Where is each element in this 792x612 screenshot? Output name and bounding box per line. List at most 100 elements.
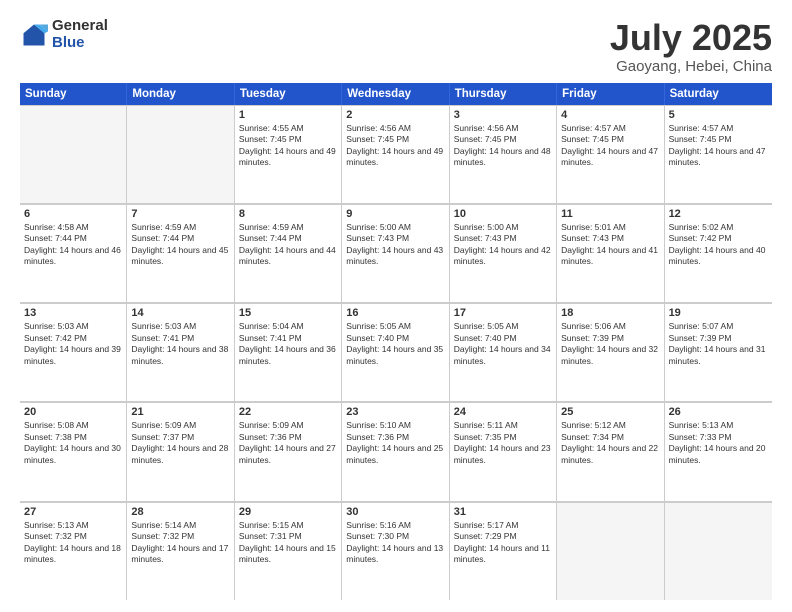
calendar-header-cell: Friday — [557, 83, 664, 105]
cell-info: Sunrise: 5:00 AM Sunset: 7:43 PM Dayligh… — [454, 222, 552, 268]
cell-info: Sunrise: 5:03 AM Sunset: 7:42 PM Dayligh… — [24, 321, 122, 367]
cell-info: Sunrise: 4:56 AM Sunset: 7:45 PM Dayligh… — [454, 123, 552, 169]
calendar-cell — [127, 105, 234, 203]
cell-day-number: 17 — [454, 307, 552, 319]
calendar-cell: 24Sunrise: 5:11 AM Sunset: 7:35 PM Dayli… — [450, 402, 557, 500]
logo: General Blue — [20, 18, 108, 51]
cell-info: Sunrise: 4:55 AM Sunset: 7:45 PM Dayligh… — [239, 123, 337, 169]
calendar-cell: 23Sunrise: 5:10 AM Sunset: 7:36 PM Dayli… — [342, 402, 449, 500]
cell-day-number: 22 — [239, 406, 337, 418]
logo-blue-text: Blue — [52, 35, 108, 52]
calendar-cell — [665, 502, 772, 600]
cell-info: Sunrise: 4:59 AM Sunset: 7:44 PM Dayligh… — [131, 222, 229, 268]
cell-info: Sunrise: 4:59 AM Sunset: 7:44 PM Dayligh… — [239, 222, 337, 268]
cell-day-number: 29 — [239, 506, 337, 518]
subtitle: Gaoyang, Hebei, China — [610, 58, 772, 75]
cell-info: Sunrise: 5:06 AM Sunset: 7:39 PM Dayligh… — [561, 321, 659, 367]
calendar-cell: 11Sunrise: 5:01 AM Sunset: 7:43 PM Dayli… — [557, 204, 664, 302]
page: General Blue July 2025 Gaoyang, Hebei, C… — [0, 0, 792, 612]
cell-info: Sunrise: 4:56 AM Sunset: 7:45 PM Dayligh… — [346, 123, 444, 169]
cell-info: Sunrise: 5:14 AM Sunset: 7:32 PM Dayligh… — [131, 520, 229, 566]
calendar-cell: 30 Sunrise: 5:16 AM Sunset: 7:30 PM Dayli… — [342, 502, 449, 600]
cell-info: Sunrise: 5:08 AM Sunset: 7:38 PM Dayligh… — [24, 420, 122, 466]
calendar-cell: 28 Sunrise: 5:14 AM Sunset: 7:32 PM Dayli… — [127, 502, 234, 600]
calendar-cell: 1 Sunrise: 4:55 AM Sunset: 7:45 PM Daylig… — [235, 105, 342, 203]
calendar-cell: 21 Sunrise: 5:09 AM Sunset: 7:37 PM Dayli… — [127, 402, 234, 500]
calendar-cell: 25 Sunrise: 5:12 AM Sunset: 7:34 PM Dayli… — [557, 402, 664, 500]
cell-info: Sunrise: 5:01 AM Sunset: 7:43 PM Dayligh… — [561, 222, 659, 268]
calendar-body: 1 Sunrise: 4:55 AM Sunset: 7:45 PM Daylig… — [20, 105, 772, 600]
main-title: July 2025 — [610, 18, 772, 58]
cell-info: Sunrise: 5:15 AM Sunset: 7:31 PM Dayligh… — [239, 520, 337, 566]
cell-day-number: 30 — [346, 506, 444, 518]
calendar-cell: 27 Sunrise: 5:13 AM Sunset: 7:32 PM Dayli… — [20, 502, 127, 600]
cell-day-number: 1 — [239, 109, 337, 121]
cell-info: Sunrise: 5:09 AM Sunset: 7:37 PM Dayligh… — [131, 420, 229, 466]
cell-info: Sunrise: 4:57 AM Sunset: 7:45 PM Dayligh… — [561, 123, 659, 169]
calendar-cell: 8Sunrise: 4:59 AM Sunset: 7:44 PM Daylig… — [235, 204, 342, 302]
calendar-cell: 20Sunrise: 5:08 AM Sunset: 7:38 PM Dayli… — [20, 402, 127, 500]
cell-day-number: 3 — [454, 109, 552, 121]
cell-day-number: 21 — [131, 406, 229, 418]
calendar-cell: 15Sunrise: 5:04 AM Sunset: 7:41 PM Dayli… — [235, 303, 342, 401]
cell-day-number: 6 — [24, 208, 122, 220]
cell-day-number: 5 — [669, 109, 768, 121]
calendar-row: 13 Sunrise: 5:03 AM Sunset: 7:42 PM Dayli… — [20, 303, 772, 402]
calendar-row: 1 Sunrise: 4:55 AM Sunset: 7:45 PM Daylig… — [20, 105, 772, 204]
calendar-header-cell: Sunday — [20, 83, 127, 105]
calendar-header-row: SundayMondayTuesdayWednesdayThursdayFrid… — [20, 83, 772, 105]
cell-info: Sunrise: 5:12 AM Sunset: 7:34 PM Dayligh… — [561, 420, 659, 466]
calendar-cell: 12Sunrise: 5:02 AM Sunset: 7:42 PM Dayli… — [665, 204, 772, 302]
cell-info: Sunrise: 5:09 AM Sunset: 7:36 PM Dayligh… — [239, 420, 337, 466]
calendar-cell: 14 Sunrise: 5:03 AM Sunset: 7:41 PM Dayli… — [127, 303, 234, 401]
calendar-cell: 3 Sunrise: 4:56 AM Sunset: 7:45 PM Daylig… — [450, 105, 557, 203]
calendar-cell: 9 Sunrise: 5:00 AM Sunset: 7:43 PM Daylig… — [342, 204, 449, 302]
cell-day-number: 27 — [24, 506, 122, 518]
calendar-header-cell: Monday — [127, 83, 234, 105]
cell-day-number: 28 — [131, 506, 229, 518]
calendar-row: 27 Sunrise: 5:13 AM Sunset: 7:32 PM Dayli… — [20, 502, 772, 600]
cell-info: Sunrise: 5:00 AM Sunset: 7:43 PM Dayligh… — [346, 222, 444, 268]
cell-info: Sunrise: 5:17 AM Sunset: 7:29 PM Dayligh… — [454, 520, 552, 566]
calendar-cell: 6 Sunrise: 4:58 AM Sunset: 7:44 PM Daylig… — [20, 204, 127, 302]
cell-info: Sunrise: 5:13 AM Sunset: 7:32 PM Dayligh… — [24, 520, 122, 566]
logo-text: General Blue — [52, 18, 108, 51]
cell-day-number: 26 — [669, 406, 768, 418]
cell-day-number: 7 — [131, 208, 229, 220]
calendar-cell: 19 Sunrise: 5:07 AM Sunset: 7:39 PM Dayli… — [665, 303, 772, 401]
cell-day-number: 25 — [561, 406, 659, 418]
calendar-header-cell: Tuesday — [235, 83, 342, 105]
calendar-cell: 4 Sunrise: 4:57 AM Sunset: 7:45 PM Daylig… — [557, 105, 664, 203]
cell-info: Sunrise: 4:58 AM Sunset: 7:44 PM Dayligh… — [24, 222, 122, 268]
calendar-cell: 31 Sunrise: 5:17 AM Sunset: 7:29 PM Dayli… — [450, 502, 557, 600]
calendar-row: 20Sunrise: 5:08 AM Sunset: 7:38 PM Dayli… — [20, 402, 772, 501]
cell-day-number: 4 — [561, 109, 659, 121]
calendar: SundayMondayTuesdayWednesdayThursdayFrid… — [20, 83, 772, 600]
calendar-cell: 5Sunrise: 4:57 AM Sunset: 7:45 PM Daylig… — [665, 105, 772, 203]
calendar-cell: 18Sunrise: 5:06 AM Sunset: 7:39 PM Dayli… — [557, 303, 664, 401]
cell-day-number: 31 — [454, 506, 552, 518]
cell-info: Sunrise: 5:11 AM Sunset: 7:35 PM Dayligh… — [454, 420, 552, 466]
cell-info: Sunrise: 5:03 AM Sunset: 7:41 PM Dayligh… — [131, 321, 229, 367]
calendar-header-cell: Thursday — [450, 83, 557, 105]
calendar-cell: 10Sunrise: 5:00 AM Sunset: 7:43 PM Dayli… — [450, 204, 557, 302]
cell-info: Sunrise: 5:07 AM Sunset: 7:39 PM Dayligh… — [669, 321, 768, 367]
cell-day-number: 14 — [131, 307, 229, 319]
calendar-header-cell: Wednesday — [342, 83, 449, 105]
cell-day-number: 13 — [24, 307, 122, 319]
cell-day-number: 15 — [239, 307, 337, 319]
header: General Blue July 2025 Gaoyang, Hebei, C… — [20, 18, 772, 75]
cell-info: Sunrise: 5:13 AM Sunset: 7:33 PM Dayligh… — [669, 420, 768, 466]
calendar-cell: 17 Sunrise: 5:05 AM Sunset: 7:40 PM Dayli… — [450, 303, 557, 401]
calendar-row: 6 Sunrise: 4:58 AM Sunset: 7:44 PM Daylig… — [20, 204, 772, 303]
cell-day-number: 19 — [669, 307, 768, 319]
cell-info: Sunrise: 5:16 AM Sunset: 7:30 PM Dayligh… — [346, 520, 444, 566]
logo-icon — [20, 21, 48, 49]
cell-day-number: 9 — [346, 208, 444, 220]
cell-info: Sunrise: 5:05 AM Sunset: 7:40 PM Dayligh… — [346, 321, 444, 367]
cell-info: Sunrise: 5:05 AM Sunset: 7:40 PM Dayligh… — [454, 321, 552, 367]
calendar-cell — [20, 105, 127, 203]
cell-day-number: 16 — [346, 307, 444, 319]
cell-info: Sunrise: 5:02 AM Sunset: 7:42 PM Dayligh… — [669, 222, 768, 268]
cell-info: Sunrise: 5:10 AM Sunset: 7:36 PM Dayligh… — [346, 420, 444, 466]
